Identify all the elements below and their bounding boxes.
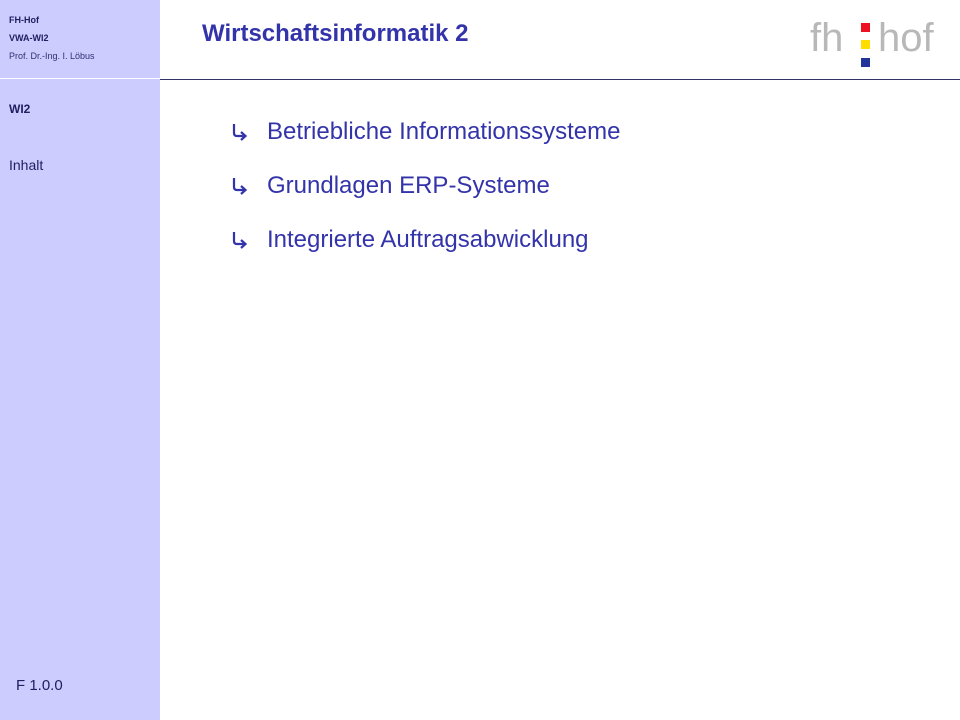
- sidebar-nav: WI2 Inhalt: [9, 99, 43, 175]
- version-label: F 1.0.0: [16, 677, 63, 694]
- logo-blue-square: [861, 58, 870, 67]
- bullet-text: Grundlagen ERP-Systeme: [267, 172, 550, 199]
- course-name: VWA-WI2: [9, 33, 49, 43]
- list-item: Betriebliche Informationssysteme: [230, 116, 620, 148]
- bullet-text: Integrierte Auftragsabwicklung: [267, 226, 589, 253]
- sidebar-divider: [0, 78, 160, 79]
- arrow-turn-right-icon: [232, 178, 248, 195]
- logo-red-square: [861, 23, 870, 32]
- author-name: Prof. Dr.-Ing. I. Löbus: [9, 51, 95, 61]
- list-item: Integrierte Auftragsabwicklung: [230, 224, 620, 256]
- list-item: Grundlagen ERP-Systeme: [230, 170, 620, 202]
- arrow-turn-right-icon: [232, 232, 248, 249]
- logo-hof-text: hof: [878, 16, 934, 60]
- sidebar: FH-Hof VWA-WI2 Prof. Dr.-Ing. I. Löbus W…: [0, 0, 160, 720]
- slide-title: Wirtschaftsinformatik 2: [202, 20, 469, 47]
- arrow-turn-right-icon: [232, 124, 248, 141]
- sidebar-item-wi2[interactable]: WI2: [9, 99, 43, 119]
- fh-hof-logo: fh hof: [806, 16, 946, 72]
- sidebar-header: FH-Hof VWA-WI2 Prof. Dr.-Ing. I. Löbus: [9, 11, 95, 65]
- sidebar-item-inhalt[interactable]: Inhalt: [9, 155, 43, 175]
- org-name: FH-Hof: [9, 15, 39, 25]
- logo-yellow-square: [861, 40, 870, 49]
- bullet-list: Betriebliche Informationssysteme Grundla…: [230, 116, 620, 278]
- bullet-text: Betriebliche Informationssysteme: [267, 118, 621, 145]
- title-divider: [160, 79, 960, 80]
- logo-fh-text: fh: [810, 16, 844, 60]
